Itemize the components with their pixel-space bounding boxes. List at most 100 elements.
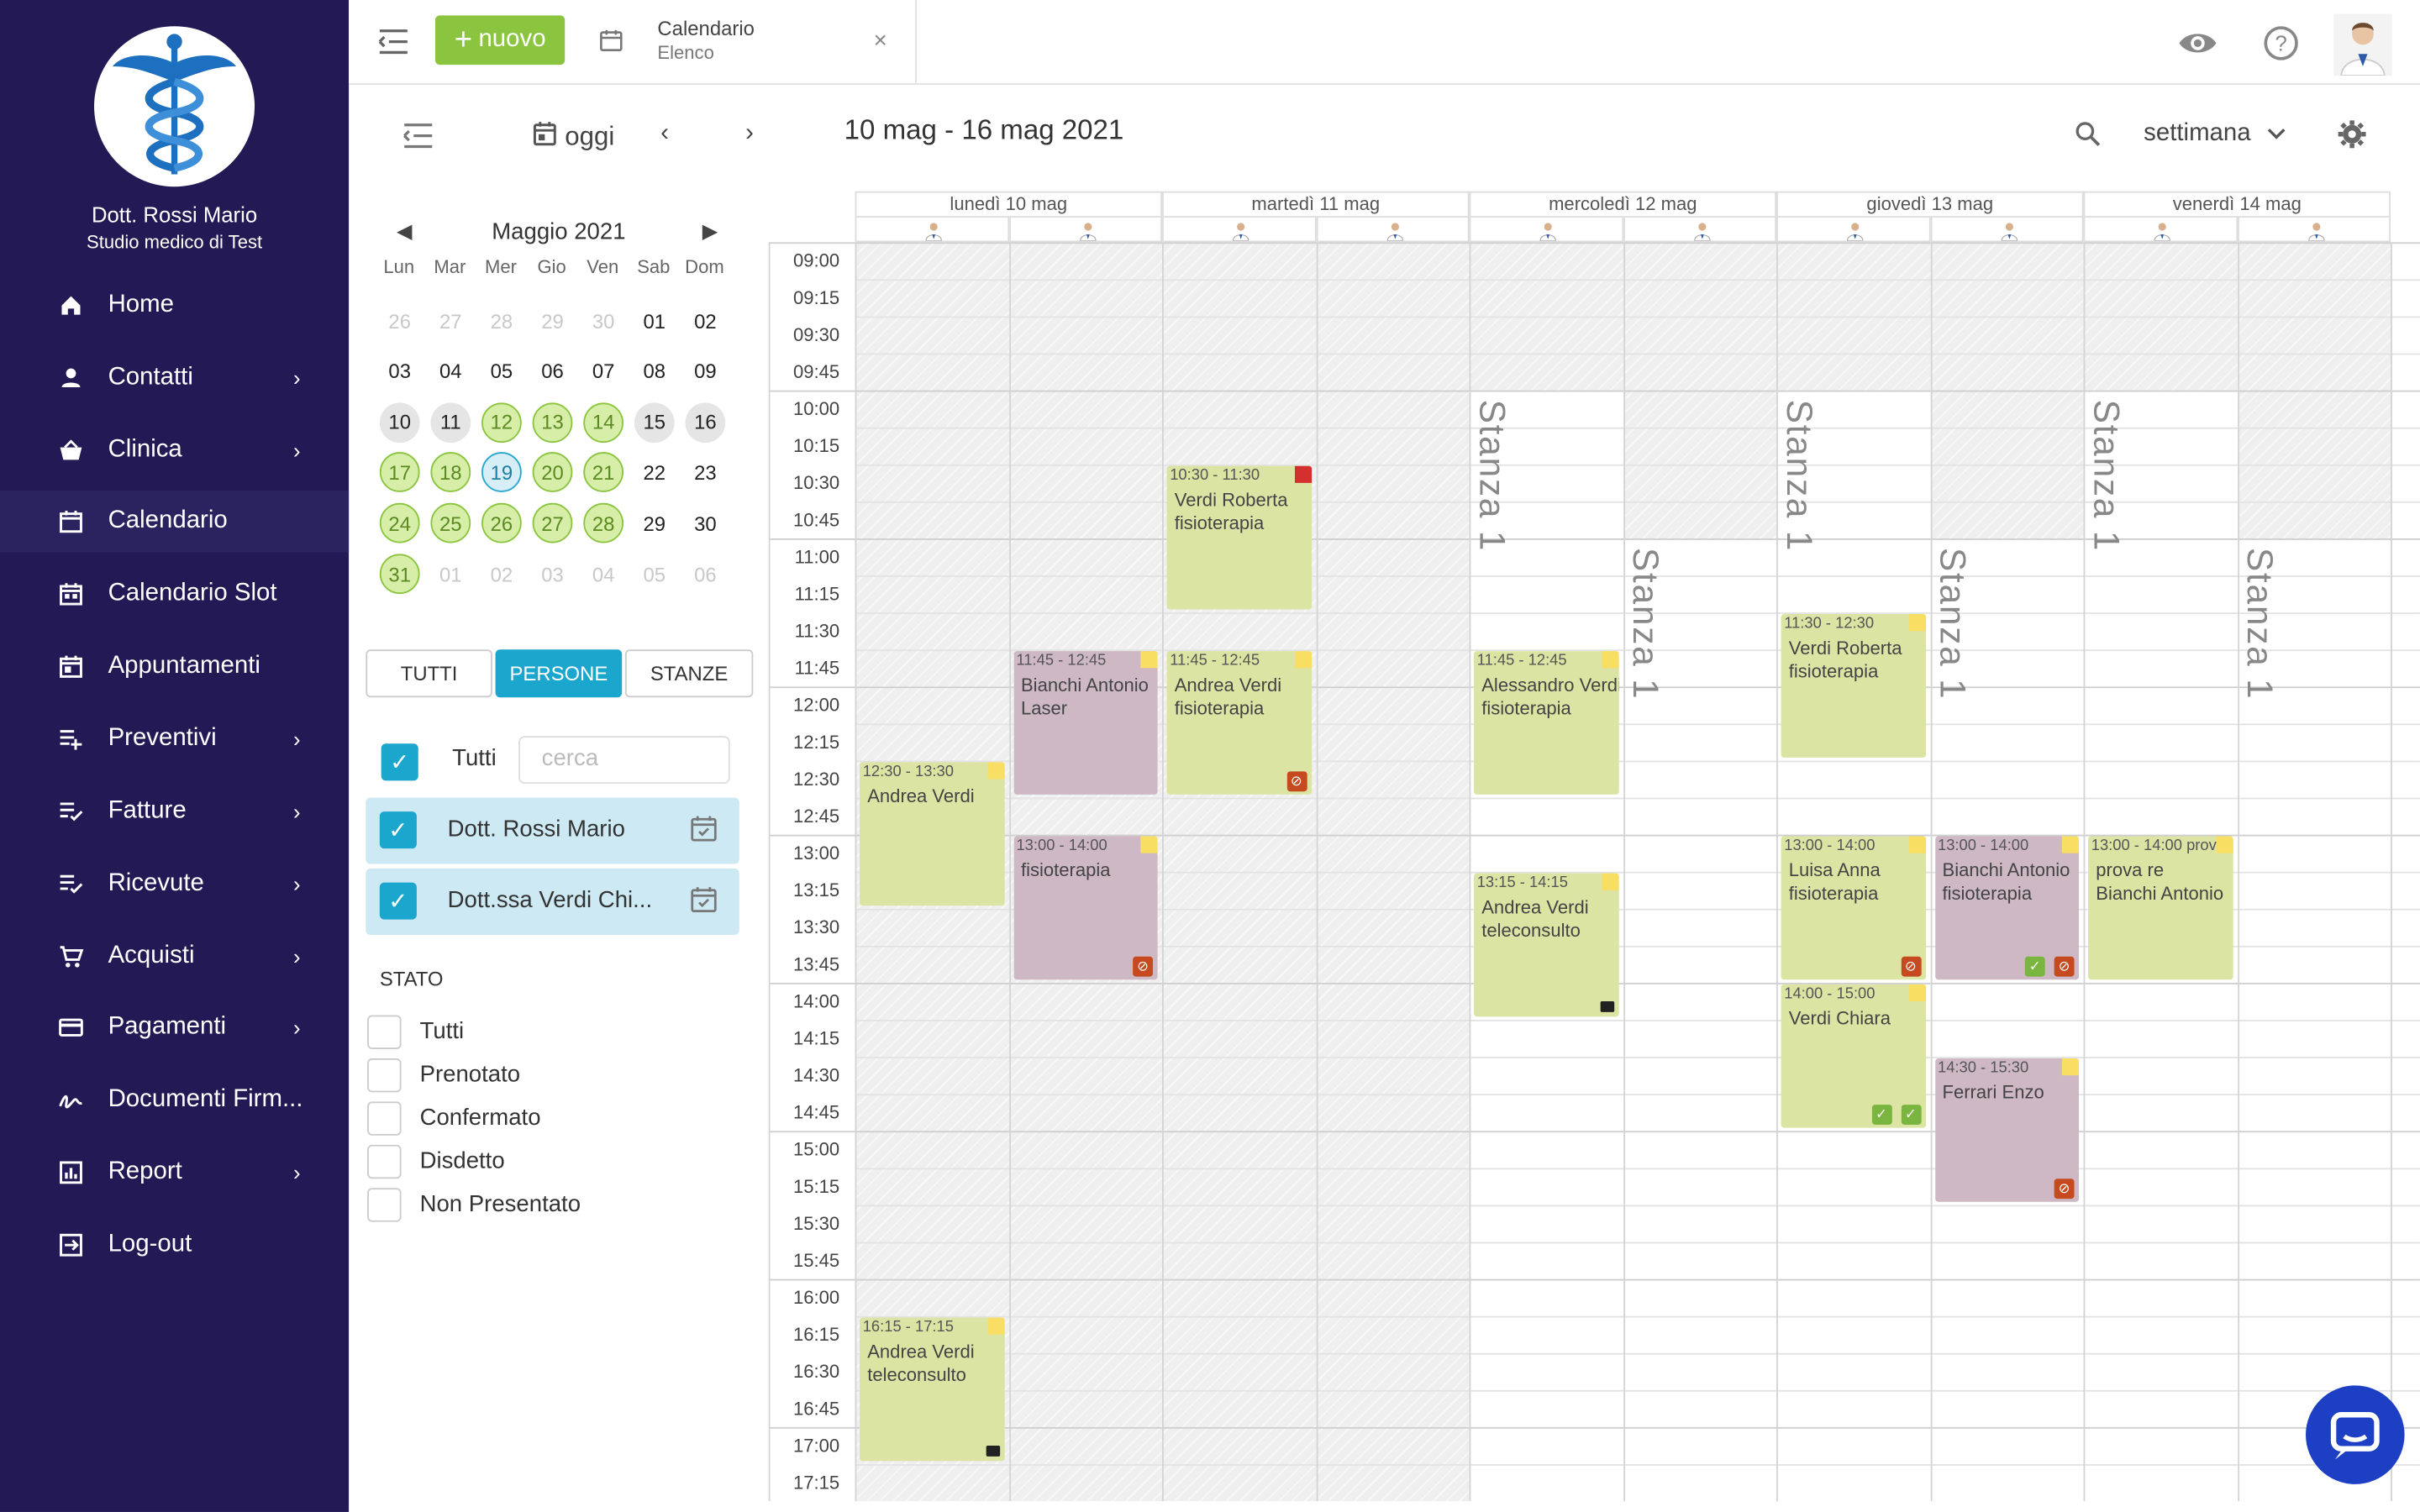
sidebar-item-report[interactable]: Report › (0, 1142, 349, 1203)
person-row-verdi[interactable]: ✓ Dott.ssa Verdi Chi... (366, 869, 739, 936)
mini-calendar-day[interactable]: 04 (430, 351, 471, 391)
settings-gear-icon[interactable] (2338, 120, 2366, 155)
mini-calendar-day[interactable]: 28 (481, 301, 522, 341)
sidebar-item-fatture[interactable]: Fatture › (0, 780, 349, 842)
day-header[interactable]: mercoledì 12 mag (1469, 191, 1777, 217)
appointment-event[interactable]: 13:00 - 14:00 prova prova re Bianchi Anton… (2088, 836, 2233, 980)
sidebar-item-log-out[interactable]: Log-out (0, 1214, 349, 1275)
mini-calendar-day[interactable]: 16 (685, 402, 726, 443)
mini-calendar-day[interactable]: 26 (481, 503, 522, 543)
checkbox-status[interactable] (367, 1101, 402, 1136)
mini-calendar-day[interactable]: 13 (532, 402, 573, 443)
today-button[interactable]: oggi (533, 120, 614, 154)
mini-calendar-day[interactable]: 22 (634, 453, 675, 493)
mini-calendar-day[interactable]: 15 (634, 402, 675, 443)
appointment-event[interactable]: 13:00 - 14:00 Luisa Anna fisioterapia ⊘ (1781, 836, 1926, 980)
help-icon[interactable]: ? (2263, 24, 2300, 61)
prev-week-button[interactable]: ‹ (660, 120, 669, 148)
tab-persone[interactable]: PERSONE (495, 649, 623, 698)
appointment-event[interactable]: 11:45 - 12:45 Bianchi Antonio Laser (1013, 651, 1158, 795)
mini-calendar-day[interactable]: 24 (379, 503, 420, 543)
sidebar-item-appuntamenti[interactable]: Appuntamenti (0, 636, 349, 697)
checkbox-person-rossi[interactable]: ✓ (379, 811, 417, 849)
day-header[interactable]: venerdì 14 mag (2083, 191, 2391, 217)
mini-calendar-day[interactable]: 27 (430, 301, 471, 341)
appointment-event[interactable]: 10:30 - 11:30 Verdi Roberta fisioterapia (1166, 465, 1312, 610)
calendar-check-icon[interactable] (690, 815, 718, 843)
day-header[interactable]: martedì 11 mag (1162, 191, 1470, 217)
mini-calendar-day[interactable]: 04 (583, 554, 623, 594)
mini-calendar-day[interactable]: 01 (634, 301, 675, 341)
checkbox-status[interactable] (367, 1188, 402, 1222)
sidebar-item-pagamenti[interactable]: Pagamenti › (0, 997, 349, 1058)
appointment-event[interactable]: 11:30 - 12:30 Verdi Roberta fisioterapia (1781, 614, 1926, 758)
mini-calendar-day[interactable]: 27 (532, 503, 573, 543)
mini-calendar-day[interactable]: 10 (379, 402, 420, 443)
mini-calendar-day[interactable]: 06 (685, 554, 725, 594)
mini-calendar-day[interactable]: 07 (583, 351, 623, 391)
mini-calendar-day[interactable]: 29 (634, 503, 675, 543)
mini-calendar-next-button[interactable]: ▶ (702, 219, 718, 244)
checkbox-status[interactable] (367, 1015, 402, 1049)
mini-calendar-day[interactable]: 20 (532, 452, 573, 493)
chat-support-button[interactable] (2306, 1385, 2405, 1484)
person-row-rossi[interactable]: ✓ Dott. Rossi Mario (366, 797, 739, 864)
appointment-event[interactable]: 13:00 - 14:00 fisioterapia ⊘ (1013, 836, 1158, 980)
appointment-event[interactable]: 13:00 - 14:00 Bianchi Antonio fisioterapia… (1934, 836, 2080, 980)
mini-calendar-day[interactable]: 18 (430, 452, 471, 493)
checkbox-all-persons[interactable]: ✓ (381, 743, 418, 781)
mini-calendar-day[interactable]: 05 (481, 351, 522, 391)
mini-calendar-day[interactable]: 19 (481, 452, 522, 493)
checkbox-status[interactable] (367, 1144, 402, 1179)
day-header[interactable]: giovedì 13 mag (1776, 191, 2084, 217)
mini-calendar-day[interactable]: 31 (379, 554, 420, 595)
sidebar-item-documenti-firm[interactable]: Documenti Firm... (0, 1069, 349, 1131)
menu-toggle-icon[interactable] (376, 24, 410, 58)
appointment-event[interactable]: 14:30 - 15:30 Ferrari Enzo ⊘ (1934, 1058, 2080, 1202)
appointment-event[interactable]: 16:15 - 17:15 Andrea Verdi teleconsulto (860, 1317, 1004, 1462)
sidebar-item-home[interactable]: Home (0, 275, 349, 336)
checkbox-status[interactable] (367, 1058, 402, 1093)
mini-calendar-day[interactable]: 21 (583, 452, 624, 493)
tab-stanze[interactable]: STANZE (624, 649, 754, 698)
appointment-event[interactable]: 12:30 - 13:30 Andrea Verdi (860, 762, 1004, 906)
mini-calendar-day[interactable]: 17 (379, 452, 420, 493)
mini-calendar-day[interactable]: 02 (685, 301, 725, 341)
user-avatar[interactable] (2333, 13, 2392, 76)
tab-tutti[interactable]: TUTTI (366, 649, 492, 698)
sidebar-item-calendario-slot[interactable]: Calendario Slot (0, 563, 349, 624)
search-icon[interactable] (2075, 120, 2102, 155)
mini-calendar-day[interactable]: 03 (533, 554, 573, 594)
tab-calendario[interactable]: Calendario Elenco × (581, 0, 917, 86)
person-search-input[interactable]: cerca (518, 736, 730, 785)
panel-toggle-icon[interactable] (402, 120, 435, 151)
appointment-event[interactable]: 11:45 - 12:45 Alessandro Verdi fisioterapi… (1474, 651, 1618, 795)
mini-calendar-day[interactable]: 03 (380, 351, 420, 391)
mini-calendar-day[interactable]: 02 (481, 554, 522, 594)
mini-calendar-day[interactable]: 25 (430, 503, 471, 543)
mini-calendar-day[interactable]: 05 (634, 554, 675, 594)
mini-calendar-day[interactable]: 30 (583, 301, 623, 341)
mini-calendar-day[interactable]: 06 (533, 351, 573, 391)
day-header[interactable]: lunedì 10 mag (855, 191, 1163, 217)
tab-close-icon[interactable]: × (874, 28, 887, 54)
next-week-button[interactable]: › (745, 120, 754, 148)
eye-icon[interactable] (2178, 24, 2217, 61)
mini-calendar-day[interactable]: 08 (634, 351, 675, 391)
calendar-check-icon[interactable] (690, 885, 718, 913)
mini-calendar-day[interactable]: 11 (430, 402, 471, 443)
sidebar-item-acquisti[interactable]: Acquisti › (0, 926, 349, 987)
new-button[interactable]: + nuovo (434, 15, 566, 66)
appointment-event[interactable]: 13:15 - 14:15 Andrea Verdi teleconsulto (1474, 873, 1618, 1017)
appointment-event[interactable]: 11:45 - 12:45 Andrea Verdi fisioterapia ⊘ (1166, 651, 1312, 795)
mini-calendar-day[interactable]: 30 (685, 503, 725, 543)
checkbox-person-verdi[interactable]: ✓ (379, 882, 417, 920)
mini-calendar-day[interactable]: 29 (533, 301, 573, 341)
sidebar-item-calendario[interactable]: Calendario (0, 491, 350, 553)
view-select[interactable]: settimana (2144, 120, 2286, 148)
sidebar-item-clinica[interactable]: Clinica › (0, 420, 349, 481)
mini-calendar-day[interactable]: 23 (685, 453, 725, 493)
mini-calendar-day[interactable]: 01 (430, 554, 471, 594)
sidebar-item-contatti[interactable]: Contatti › (0, 347, 349, 408)
mini-calendar-day[interactable]: 26 (380, 301, 420, 341)
